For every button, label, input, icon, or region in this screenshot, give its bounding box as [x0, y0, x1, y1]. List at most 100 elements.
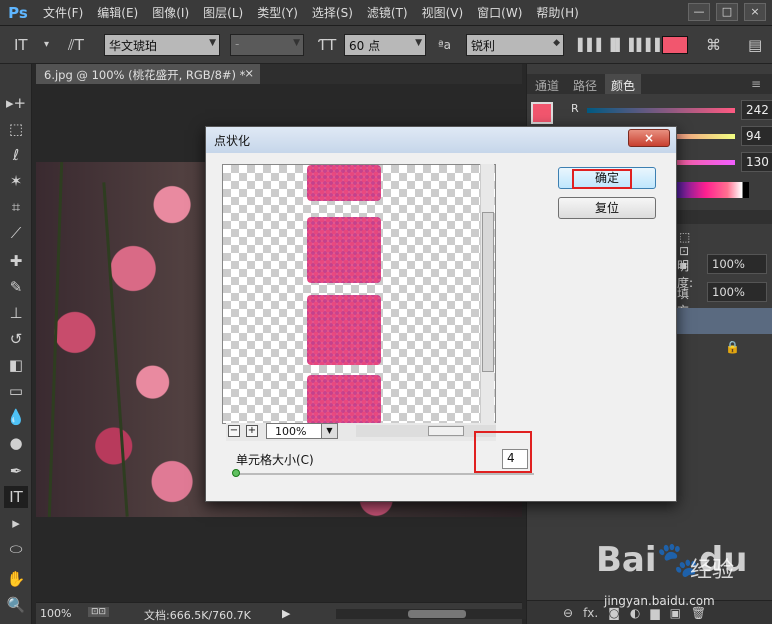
- chevron-down-icon: ▼: [293, 38, 300, 48]
- align-left-icon[interactable]: ▌▌▌: [578, 34, 606, 56]
- type-tool-icon[interactable]: IT: [4, 486, 28, 508]
- color-spectrum[interactable]: [677, 182, 749, 198]
- move-tool-icon[interactable]: ▸+: [4, 92, 28, 114]
- font-family-value: 华文琥珀: [109, 39, 158, 53]
- document-tab[interactable]: 6.jpg @ 100% (桃花盛开, RGB/8#) * ×: [36, 64, 260, 84]
- close-tab-icon[interactable]: ×: [244, 66, 254, 80]
- zoom-out-button[interactable]: −: [228, 425, 240, 437]
- filter-preview[interactable]: [222, 164, 496, 424]
- antialias-select[interactable]: 锐利 ◆: [466, 34, 564, 56]
- brush-tool-icon[interactable]: ✎: [4, 276, 28, 298]
- eyedropper-tool-icon[interactable]: ⟋: [4, 222, 28, 244]
- link-icon[interactable]: ⊖: [563, 606, 573, 620]
- selected-layer-row[interactable]: [677, 308, 772, 334]
- healing-brush-tool-icon[interactable]: ✚: [4, 250, 28, 272]
- watermark-url: jingyan.baidu.com: [604, 594, 715, 608]
- preview-zoom-select[interactable]: 100% ▼: [266, 423, 338, 439]
- font-style-value: -: [235, 37, 240, 51]
- blue-value[interactable]: 130: [741, 152, 772, 172]
- hand-tool-icon[interactable]: ✋: [4, 568, 28, 590]
- foreground-color-swatch[interactable]: [531, 102, 553, 124]
- text-color-swatch[interactable]: [662, 36, 688, 54]
- marquee-tool-icon[interactable]: ⬚: [4, 118, 28, 140]
- crop-tool-icon[interactable]: ⌗: [4, 196, 28, 218]
- status-menu-arrow-icon[interactable]: ▶: [282, 607, 290, 620]
- align-center-icon[interactable]: ▐▌▐: [606, 34, 634, 56]
- menu-help[interactable]: 帮助(H): [529, 0, 585, 26]
- fill-field[interactable]: 100%: [707, 282, 767, 302]
- photoshop-logo: Ps: [8, 3, 28, 22]
- pen-tool-icon[interactable]: ✒: [4, 460, 28, 482]
- cell-size-label: 单元格大小(C): [236, 453, 314, 467]
- warp-text-icon[interactable]: ⌘: [706, 34, 721, 56]
- menu-select[interactable]: 选择(S): [305, 0, 360, 26]
- chevron-down-icon: ▼: [321, 424, 337, 438]
- gradient-tool-icon[interactable]: ▭: [4, 380, 28, 402]
- menu-image[interactable]: 图像(I): [145, 0, 196, 26]
- baidu-watermark: Bai🐾du 经验 jingyan.baidu.com: [596, 540, 772, 620]
- cell-size-slider-thumb[interactable]: [232, 469, 240, 477]
- type-tool-preset-icon[interactable]: IT: [14, 34, 28, 56]
- document-size: 文档:666.5K/760.7K: [144, 609, 251, 622]
- blur-tool-icon[interactable]: 💧: [4, 406, 28, 428]
- preview-glyph: [307, 295, 381, 365]
- font-family-select[interactable]: 华文琥珀 ▼: [104, 34, 220, 56]
- pointillize-dialog: 点状化 × − + 100% ▼ 确定 复位 单元格大小(C) 4: [205, 126, 677, 502]
- dodge-tool-icon[interactable]: ●: [4, 432, 28, 454]
- menu-window[interactable]: 窗口(W): [470, 0, 529, 26]
- preview-glyph: [307, 375, 381, 423]
- zoom-in-button[interactable]: +: [246, 425, 258, 437]
- red-slider-row: R 242: [567, 100, 772, 120]
- green-value[interactable]: 94: [741, 126, 772, 146]
- reset-button[interactable]: 复位: [558, 197, 656, 219]
- menu-view[interactable]: 视图(V): [415, 0, 471, 26]
- eraser-tool-icon[interactable]: ◧: [4, 354, 28, 376]
- baidu-logo-text: Bai: [596, 540, 657, 580]
- lock-icon: 🔒: [725, 340, 740, 354]
- stamp-tool-icon[interactable]: ⊥: [4, 302, 28, 324]
- preview-glyph: [307, 165, 381, 201]
- scrollbar-thumb[interactable]: [428, 426, 464, 436]
- close-window-button[interactable]: ×: [744, 3, 766, 21]
- path-selection-tool-icon[interactable]: ▸: [4, 512, 28, 534]
- align-right-icon[interactable]: ▐▐▐: [632, 34, 660, 56]
- scrollbar-thumb[interactable]: [408, 610, 466, 618]
- menu-bar: Ps 文件(F) 编辑(E) 图像(I) 图层(L) 类型(Y) 选择(S) 滤…: [0, 0, 772, 26]
- minimize-button[interactable]: —: [688, 3, 710, 21]
- red-slider[interactable]: [587, 108, 735, 113]
- preview-vertical-scrollbar[interactable]: [480, 164, 494, 424]
- chevron-down-icon: ◆: [553, 38, 560, 48]
- tab-channels[interactable]: 通道: [529, 74, 565, 94]
- cell-size-slider[interactable]: [234, 473, 534, 475]
- menu-type[interactable]: 类型(Y): [250, 0, 305, 26]
- tools-panel: ▸+ ⬚ ℓ ✶ ⌗ ⟋ ✚ ✎ ⊥ ↺ ◧ ▭ 💧 ● ✒ IT ▸ ⬭ ✋ …: [0, 64, 32, 624]
- document-status-bar: 100% ⊡⊡ 文档:666.5K/760.7K ▶: [36, 602, 526, 624]
- opacity-field[interactable]: 100%: [707, 254, 767, 274]
- history-brush-tool-icon[interactable]: ↺: [4, 328, 28, 350]
- menu-file[interactable]: 文件(F): [36, 0, 90, 26]
- status-icon[interactable]: ⊡⊡: [88, 607, 110, 617]
- red-value[interactable]: 242: [741, 100, 772, 120]
- font-size-select[interactable]: 60 点 ▼: [344, 34, 426, 56]
- zoom-level[interactable]: 100%: [40, 607, 71, 620]
- lasso-tool-icon[interactable]: ℓ: [4, 144, 28, 166]
- font-style-select[interactable]: - ▼: [230, 34, 304, 56]
- ellipse-tool-icon[interactable]: ⬭: [4, 538, 28, 560]
- tab-color[interactable]: 颜色: [605, 74, 642, 94]
- menu-edit[interactable]: 编辑(E): [90, 0, 145, 26]
- zoom-tool-icon[interactable]: 🔍: [4, 594, 28, 616]
- dialog-close-button[interactable]: ×: [628, 129, 670, 147]
- panel-menu-icon[interactable]: ≡: [745, 74, 767, 94]
- character-panel-icon[interactable]: ▤: [748, 34, 762, 56]
- maximize-button[interactable]: □: [716, 3, 738, 21]
- tab-paths[interactable]: 路径: [567, 74, 603, 94]
- horizontal-scrollbar[interactable]: [336, 609, 526, 619]
- text-orientation-icon[interactable]: ⫽T: [68, 34, 84, 56]
- menu-layer[interactable]: 图层(L): [196, 0, 250, 26]
- menu-filter[interactable]: 滤镜(T): [360, 0, 415, 26]
- dropdown-arrow-icon[interactable]: ▾: [44, 34, 49, 56]
- dialog-title: 点状化: [214, 134, 251, 148]
- magic-wand-tool-icon[interactable]: ✶: [4, 170, 28, 192]
- scrollbar-thumb[interactable]: [482, 212, 494, 372]
- preview-glyph: [307, 217, 381, 283]
